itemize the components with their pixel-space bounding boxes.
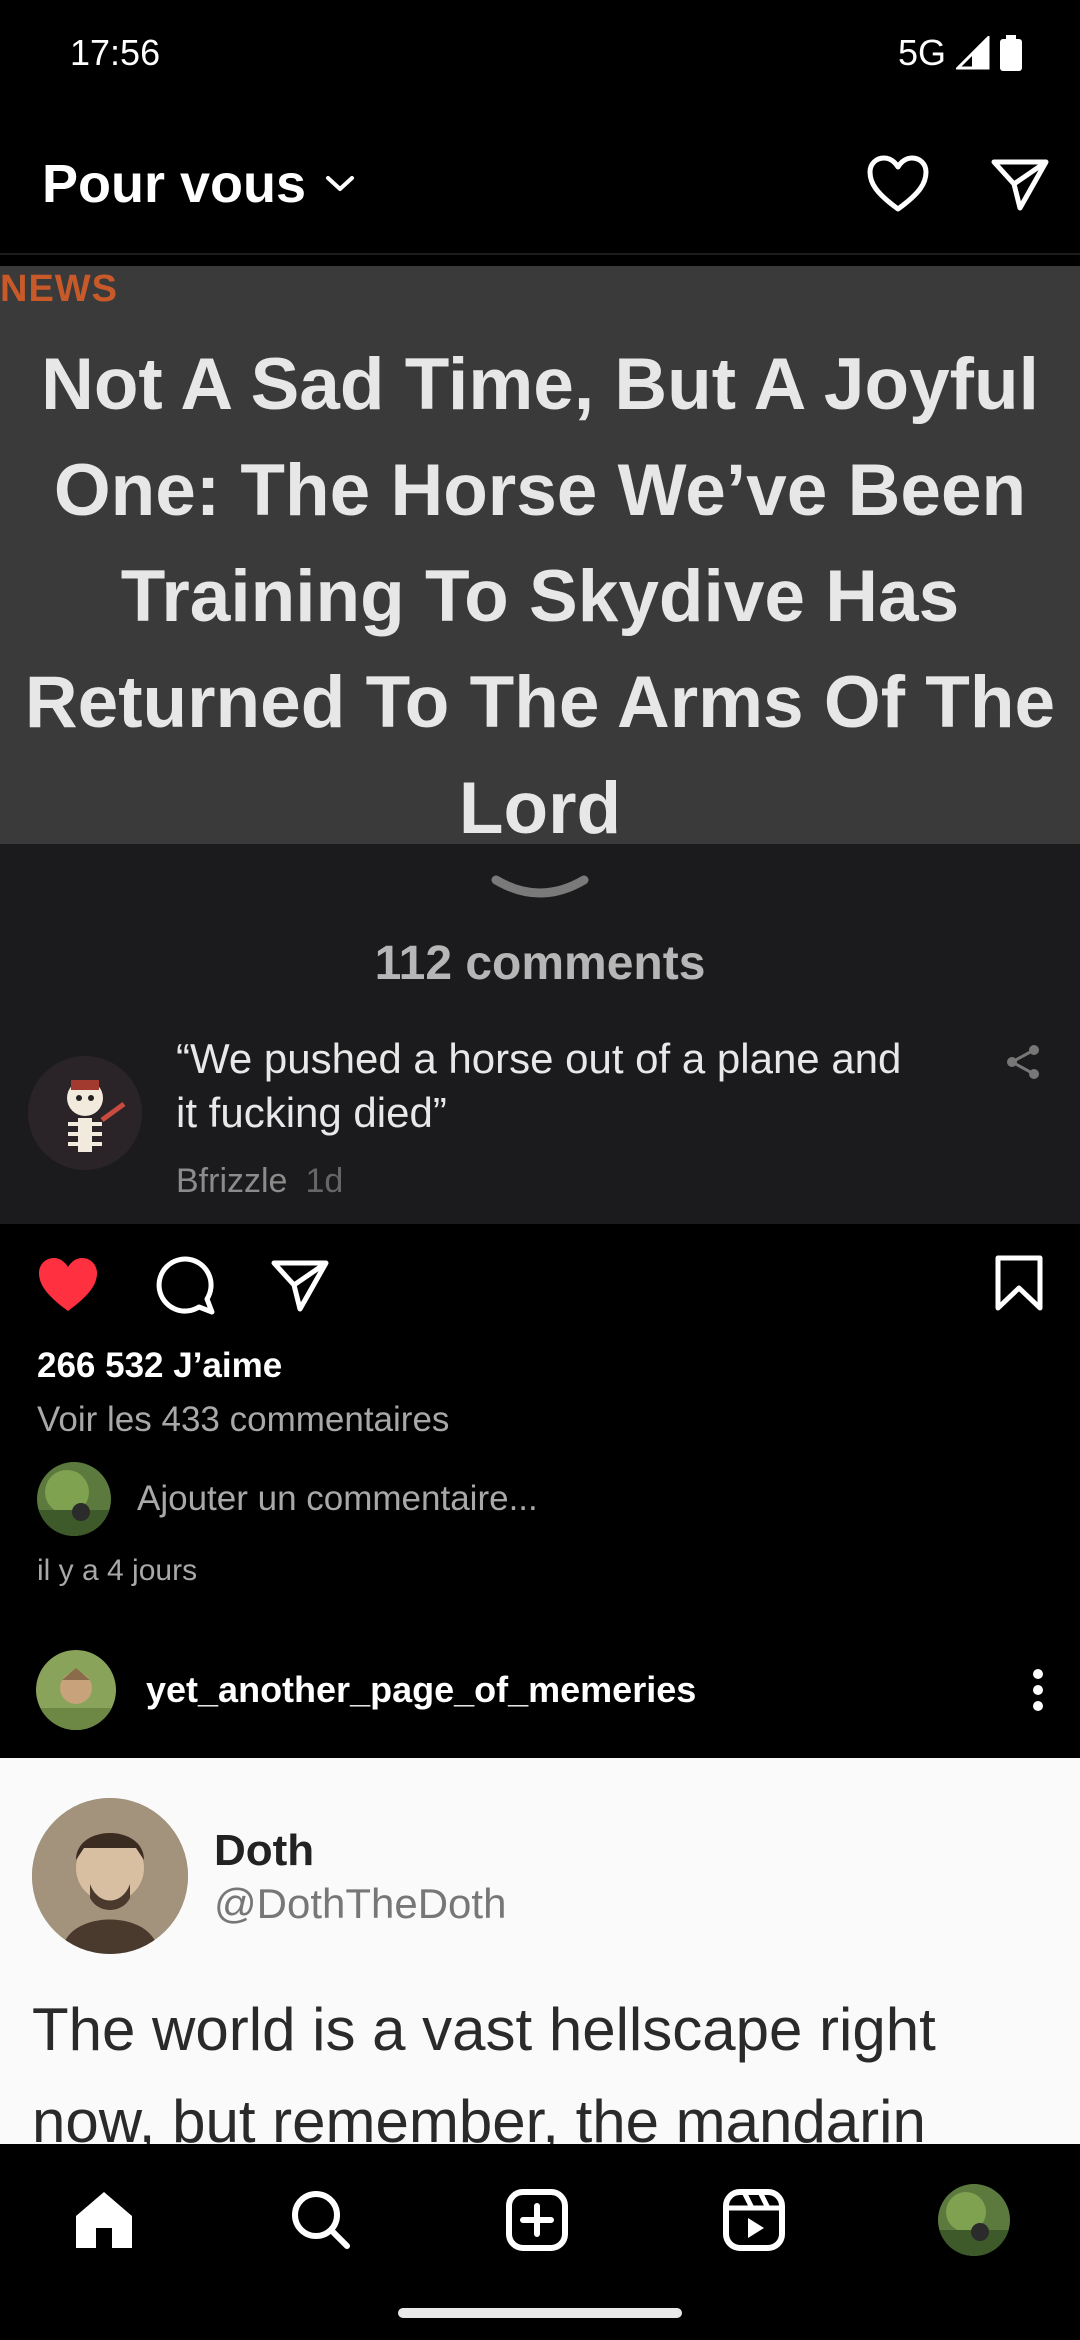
add-comment-row[interactable]: Ajouter un commentaire...	[37, 1462, 538, 1536]
status-icons: 5G	[898, 32, 1022, 74]
comment-author: Bfrizzle	[176, 1162, 288, 1200]
feed-header: Pour vous	[0, 115, 1080, 255]
create-post-icon[interactable]	[505, 2184, 569, 2256]
home-icon[interactable]	[72, 2184, 136, 2256]
commenter-avatar	[28, 1056, 142, 1170]
share-send-icon[interactable]	[270, 1257, 330, 1313]
news-banner: NEWS Not A Sad Time, But A Joyful One: T…	[0, 266, 1080, 849]
account-avatar[interactable]	[36, 1650, 116, 1730]
add-comment-placeholder: Ajouter un commentaire...	[137, 1479, 538, 1518]
likes-count[interactable]: 266 532 J’aime	[37, 1346, 282, 1386]
feed-title: Pour vous	[42, 154, 307, 214]
signal-icon	[956, 35, 990, 70]
tweet-author-name: Doth	[214, 1826, 315, 1875]
news-headline: Not A Sad Time, But A Joyful One: The Ho…	[24, 344, 1056, 849]
network-label: 5G	[897, 31, 946, 73]
status-time: 17:56	[70, 31, 161, 73]
view-comments-link[interactable]: Voir les 433 commentaires	[37, 1400, 449, 1440]
status-bar: 17:56 5G	[0, 0, 1080, 105]
notifications-heart-icon[interactable]	[866, 155, 930, 213]
like-heart-filled-icon[interactable]	[36, 1256, 100, 1314]
comment-meta: Bfrizzle 1d	[176, 1162, 343, 1201]
tweet-card[interactable]: Doth @DothTheDoth The world is a vast he…	[0, 1758, 1080, 2144]
comments-sheet: 112 comments “We pushed a horse out of a…	[0, 844, 1080, 1224]
account-username[interactable]: yet_another_page_of_memeries	[146, 1669, 696, 1711]
comments-count: 112 comments	[374, 937, 706, 990]
feed-selector[interactable]: Pour vous	[42, 153, 356, 215]
comment-time: 1d	[305, 1162, 344, 1200]
bottom-navigation	[0, 2144, 1080, 2340]
comment-text: “We pushed a horse out of a plane and it…	[176, 1035, 902, 1136]
user-avatar	[37, 1462, 111, 1536]
tweet-author-handle: @DothTheDoth	[214, 1880, 507, 1927]
next-post-header: yet_another_page_of_memeries	[0, 1648, 1080, 1732]
tweet-text: The world is a vast hellscape right now,…	[32, 1996, 936, 2144]
chevron-down-icon	[324, 174, 356, 194]
profile-avatar[interactable]	[938, 2184, 1010, 2256]
home-indicator	[398, 2308, 682, 2318]
chevron-handle-icon	[490, 872, 590, 902]
search-icon[interactable]	[289, 2184, 353, 2256]
tweet-avatar	[32, 1798, 188, 1954]
direct-messages-send-icon[interactable]	[990, 156, 1050, 212]
comment-icon[interactable]	[154, 1254, 216, 1316]
battery-icon	[1000, 34, 1022, 71]
bookmark-icon[interactable]	[994, 1254, 1044, 1312]
post-actions	[0, 1240, 1080, 1330]
news-tag: NEWS	[0, 268, 118, 310]
post-age: il y a 4 jours	[37, 1554, 198, 1587]
reels-icon[interactable]	[722, 2184, 786, 2256]
share-icon	[1005, 1044, 1041, 1080]
more-options-icon[interactable]	[1032, 1668, 1044, 1712]
post-media[interactable]: NEWS Not A Sad Time, But A Joyful One: T…	[0, 266, 1080, 1224]
